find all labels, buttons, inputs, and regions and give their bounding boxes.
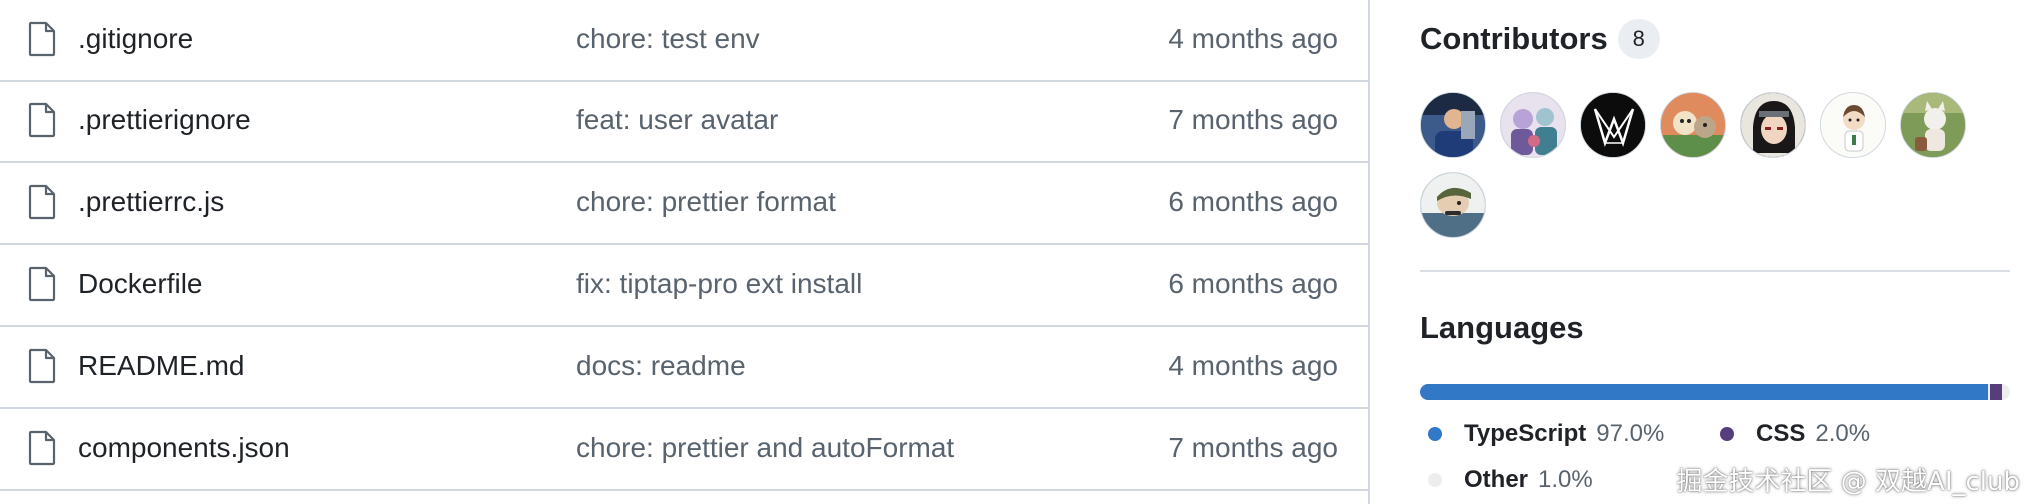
file-row[interactable]: .prettierignore feat: user avatar 7 mont… xyxy=(0,81,1368,163)
file-icon xyxy=(28,348,56,384)
file-name-link[interactable]: Dockerfile xyxy=(78,245,202,323)
contributors-title-link[interactable]: Contributors xyxy=(1420,21,1608,57)
avatar-cartoon-man-icon xyxy=(1421,173,1485,237)
languages-title: Languages xyxy=(1420,310,1584,345)
avatar-anime-dark-hair-icon xyxy=(1741,93,1805,157)
language-bar-segment-css xyxy=(1990,384,2003,400)
avatar-cat-figure-icon xyxy=(1901,93,1965,157)
file-icon xyxy=(28,430,56,466)
contributor-avatar[interactable] xyxy=(1580,92,1646,158)
commit-message-link[interactable]: chore: test env xyxy=(576,0,760,78)
file-row[interactable]: components.json chore: prettier and auto… xyxy=(0,409,1368,491)
commit-message-link[interactable]: feat: user avatar xyxy=(576,81,778,159)
contributors-count-badge: 8 xyxy=(1617,19,1660,59)
avatar-person-blue-icon xyxy=(1421,93,1485,157)
contributor-avatar[interactable] xyxy=(1740,92,1806,158)
watermark-text: 掘金技术社区 @ 双越AI_club xyxy=(1676,467,2021,497)
language-dot-icon xyxy=(1428,427,1442,441)
avatar-logo-black-icon xyxy=(1581,93,1645,157)
language-name: Other xyxy=(1464,466,1529,493)
file-row[interactable]: README.md docs: readme 4 months ago xyxy=(0,327,1368,409)
language-bar-segment-typescript xyxy=(1420,384,1989,400)
language-dot-icon xyxy=(1428,473,1442,487)
language-dot-icon xyxy=(1720,427,1734,441)
language-item-typescript[interactable]: TypeScript 97.0% xyxy=(1420,416,1664,452)
language-percent: 97.0% xyxy=(1596,420,1665,447)
languages-bar xyxy=(1420,384,2010,400)
file-icon xyxy=(28,21,56,57)
file-icon xyxy=(28,102,56,138)
commit-time: 7 months ago xyxy=(1168,104,1338,135)
commit-message-link[interactable]: fix: tiptap-pro ext install xyxy=(576,245,862,323)
file-name-link[interactable]: .prettierrc.js xyxy=(78,163,224,241)
avatar-chibi-white-icon xyxy=(1821,93,1885,157)
file-row[interactable]: .gitignore chore: test env 4 months ago xyxy=(0,0,1368,82)
file-name-link[interactable]: README.md xyxy=(78,327,244,405)
commit-time: 4 months ago xyxy=(1168,350,1338,381)
contributor-avatar[interactable] xyxy=(1660,92,1726,158)
language-percent: 2.0% xyxy=(1815,420,1871,447)
file-name-link[interactable]: components.json xyxy=(78,409,290,487)
file-icon xyxy=(28,184,56,220)
commit-message-link[interactable]: docs: readme xyxy=(576,327,746,405)
language-name: TypeScript xyxy=(1464,420,1587,447)
commit-time: 6 months ago xyxy=(1168,186,1338,217)
repo-sidebar: Contributors 8 Languages TypeScript 97.0… xyxy=(1420,0,2010,504)
file-name-link[interactable]: .prettierignore xyxy=(78,81,251,159)
commit-message-link[interactable]: chore: prettier format xyxy=(576,163,836,241)
commit-time: 6 months ago xyxy=(1168,268,1338,299)
language-item-css[interactable]: CSS 2.0% xyxy=(1712,416,1870,452)
contributor-avatar[interactable] xyxy=(1420,172,1486,238)
file-row[interactable]: .prettierrc.js chore: prettier format 6 … xyxy=(0,163,1368,245)
repo-page: .gitignore chore: test env 4 months ago … xyxy=(0,0,2038,504)
avatar-clay-figures-icon xyxy=(1661,93,1725,157)
commit-time: 4 months ago xyxy=(1168,23,1338,54)
language-name: CSS xyxy=(1756,420,1806,447)
language-bar-segment-other xyxy=(2004,384,2010,400)
file-icon xyxy=(28,266,56,302)
language-item-other[interactable]: Other 1.0% xyxy=(1420,462,1593,498)
file-row[interactable]: Dockerfile fix: tiptap-pro ext install 6… xyxy=(0,245,1368,327)
language-percent: 1.0% xyxy=(1538,466,1593,493)
contributor-avatar[interactable] xyxy=(1900,92,1966,158)
contributor-avatar[interactable] xyxy=(1820,92,1886,158)
commit-message-link[interactable]: chore: prettier and autoFormat xyxy=(576,409,954,487)
contributors-header: Contributors 8 xyxy=(1420,16,1660,62)
file-name-link[interactable]: .gitignore xyxy=(78,0,193,78)
contributor-avatar[interactable] xyxy=(1420,92,1486,158)
sidebar-divider xyxy=(1420,270,2010,272)
avatar-anime-group-icon xyxy=(1501,93,1565,157)
contributor-avatar[interactable] xyxy=(1500,92,1566,158)
file-list: .gitignore chore: test env 4 months ago … xyxy=(0,0,1370,504)
commit-time: 7 months ago xyxy=(1168,432,1338,463)
